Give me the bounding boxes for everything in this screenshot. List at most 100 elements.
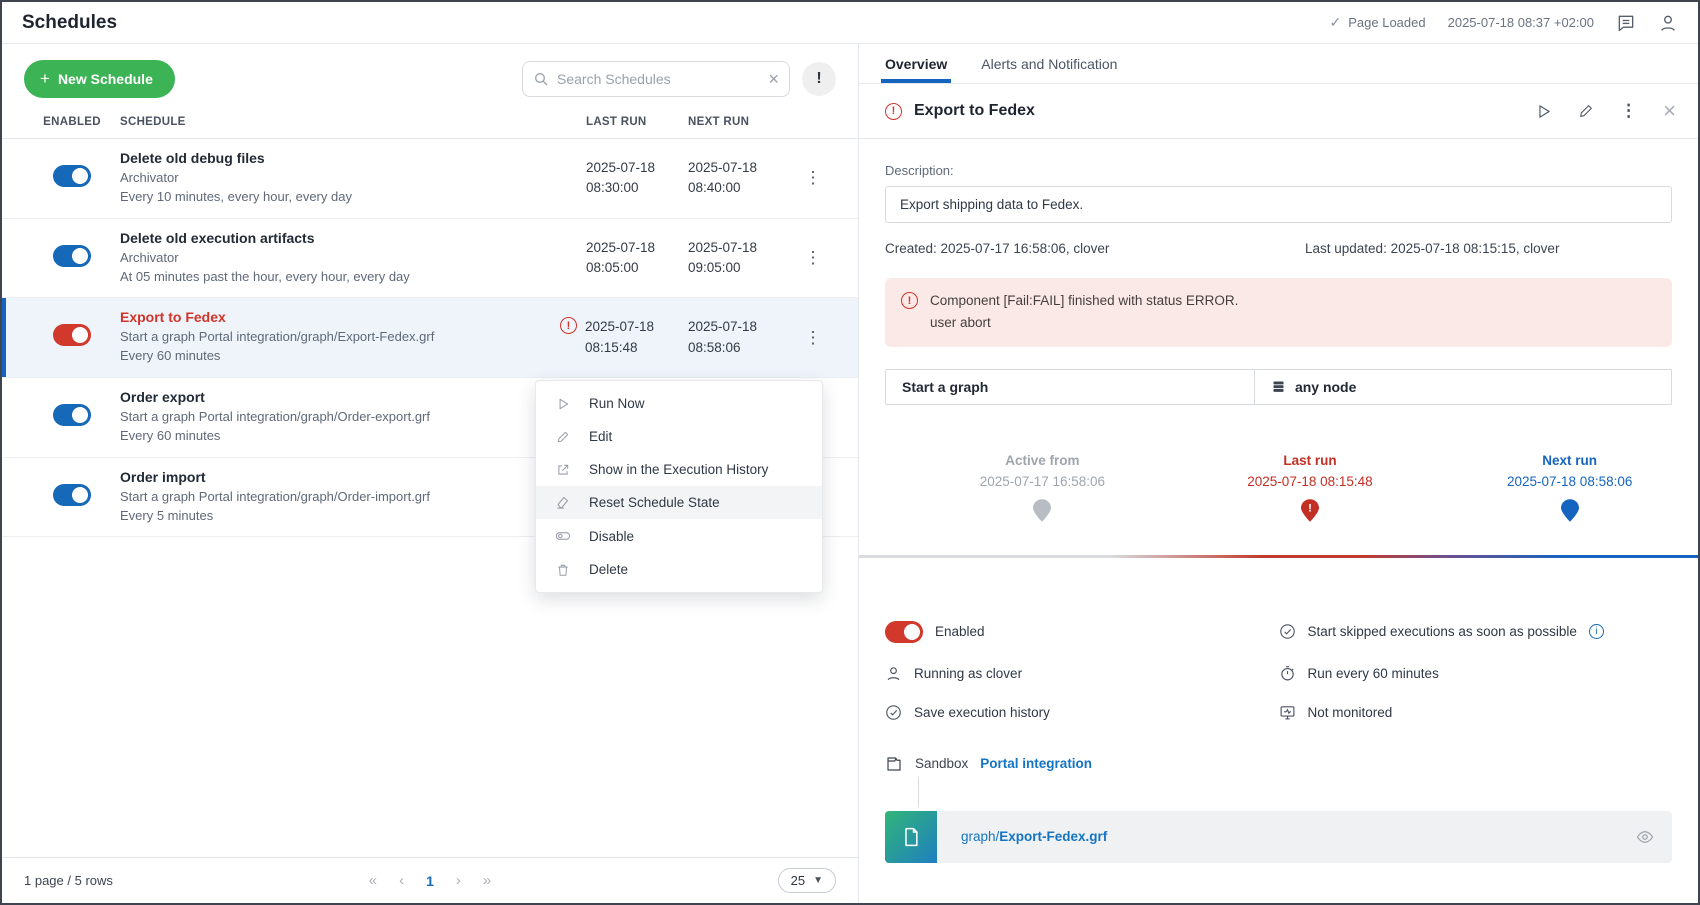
enabled-toggle[interactable] [885, 621, 923, 643]
enabled-toggle[interactable] [53, 245, 91, 267]
run-now-icon[interactable] [1535, 103, 1552, 120]
server-timestamp: 2025-07-18 08:37 +02:00 [1448, 15, 1594, 30]
table-row[interactable]: Delete old debug files Archivator Every … [2, 139, 858, 219]
pin-error-icon: ! [1200, 499, 1420, 522]
schedule-timeline: Active from 2025-07-17 16:58:06 Last run… [885, 453, 1672, 563]
schedule-title: Export to Fedex [120, 309, 586, 325]
start-type: Start a graph [886, 370, 1255, 404]
search-input[interactable] [557, 71, 760, 87]
detail-title: Export to Fedex [914, 102, 1535, 120]
graph-file-link[interactable]: graph/Export-Fedex.grf [961, 829, 1636, 844]
clear-search-icon[interactable]: × [768, 70, 779, 88]
timeline-active-from: Active from 2025-07-17 16:58:06 [932, 453, 1152, 522]
node-icon [1271, 379, 1286, 394]
preview-eye-icon[interactable] [1636, 828, 1672, 846]
plus-icon: + [40, 69, 50, 89]
pagination: « ‹ 1 › » [369, 872, 491, 889]
timeline-next-run: Next run 2025-07-18 08:58:06 [1460, 453, 1680, 522]
enabled-toggle[interactable] [53, 165, 91, 187]
node-assignment: any node [1255, 370, 1372, 404]
table-row[interactable]: Delete old execution artifacts Archivato… [2, 219, 858, 299]
svg-text:!: ! [1308, 502, 1312, 514]
external-link-icon [554, 463, 571, 477]
tab-overview[interactable]: Overview [885, 44, 947, 83]
page-loaded-label: Page Loaded [1348, 15, 1425, 30]
col-schedule: SCHEDULE [120, 116, 586, 128]
new-schedule-button[interactable]: + New Schedule [24, 60, 175, 98]
running-as-setting: Running as clover [885, 665, 1279, 682]
menu-item-run-now[interactable]: Run Now [536, 387, 822, 420]
menu-item-disable[interactable]: Disable [536, 519, 822, 553]
close-icon[interactable]: × [1663, 98, 1676, 124]
trash-icon [554, 563, 571, 577]
search-icon [533, 71, 549, 87]
menu-item-show-execution-history[interactable]: Show in the Execution History [536, 453, 822, 486]
not-monitored-setting: Not monitored [1279, 704, 1673, 721]
error-icon: ! [885, 103, 902, 120]
pin-icon [1460, 499, 1680, 522]
detail-tabs: Overview Alerts and Notification [859, 44, 1698, 84]
settings-grid: Enabled Start skipped executions as soon… [885, 621, 1672, 721]
current-page[interactable]: 1 [426, 873, 434, 889]
edit-icon[interactable] [1578, 103, 1594, 119]
toggle-off-icon [554, 528, 571, 544]
sandbox-link[interactable]: Portal integration [980, 756, 1092, 771]
error-message: Component [Fail:FAIL] finished with stat… [930, 290, 1238, 312]
next-page-icon[interactable]: › [456, 872, 461, 889]
feedback-icon[interactable] [1616, 13, 1636, 33]
eraser-icon [554, 495, 571, 510]
enabled-toggle[interactable] [53, 324, 91, 346]
more-actions-icon[interactable]: ⋮ [1620, 101, 1637, 121]
menu-item-reset-schedule-state[interactable]: Reset Schedule State [536, 486, 822, 519]
info-icon[interactable]: i [1589, 624, 1604, 639]
file-icon [901, 827, 921, 847]
first-page-icon[interactable]: « [369, 872, 377, 889]
enabled-toggle[interactable] [53, 404, 91, 426]
user-account-icon[interactable] [1658, 13, 1678, 33]
schedule-frequency: Every 60 minutes [120, 347, 586, 366]
row-menu-icon[interactable]: ⋮ [790, 168, 836, 188]
enabled-setting: Enabled [885, 621, 1279, 643]
table-footer: 1 page / 5 rows « ‹ 1 › » 25 ▼ [2, 857, 858, 903]
timeline-line [859, 555, 1698, 558]
error-detail: user abort [930, 312, 1238, 334]
play-icon [554, 397, 571, 411]
enabled-toggle[interactable] [53, 484, 91, 506]
schedule-frequency: Every 60 minutes [120, 427, 586, 446]
tree-connector [918, 777, 919, 807]
save-history-setting: Save execution history [885, 704, 1279, 721]
user-icon [885, 665, 902, 682]
created-text: Created: 2025-07-17 16:58:06, clover [885, 241, 1305, 256]
last-updated-text: Last updated: 2025-07-18 08:15:15, clove… [1305, 241, 1559, 256]
schedule-subtitle: Archivator [120, 249, 586, 268]
app-window: Schedules ✓ Page Loaded 2025-07-18 08:37… [0, 0, 1700, 905]
error-banner: ! Component [Fail:FAIL] finished with st… [885, 278, 1672, 347]
graph-file-row[interactable]: graph/Export-Fedex.grf [885, 811, 1672, 863]
error-icon: ! [560, 317, 577, 334]
schedules-list-pane: + New Schedule × ! ENABLED SCHEDUL [2, 44, 859, 903]
prev-page-icon[interactable]: ‹ [399, 872, 404, 889]
new-schedule-label: New Schedule [58, 71, 153, 87]
page-loaded-status: ✓ Page Loaded [1330, 14, 1426, 31]
problems-indicator-button[interactable]: ! [802, 62, 836, 96]
table-row-selected[interactable]: Export to Fedex Start a graph Portal int… [2, 298, 858, 378]
schedule-frequency: At 05 minutes past the hour, every hour,… [120, 268, 586, 287]
search-box: × [522, 61, 790, 97]
file-badge [885, 811, 937, 863]
next-run-cell: 2025-07-1808:40:00 [688, 158, 790, 199]
sandbox-icon [885, 755, 903, 773]
top-bar: Schedules ✓ Page Loaded 2025-07-18 08:37… [2, 2, 1698, 44]
page-size-select[interactable]: 25 ▼ [778, 868, 836, 893]
description-label: Description: [885, 163, 1672, 178]
error-icon: ! [901, 292, 918, 309]
schedule-title: Delete old execution artifacts [120, 230, 586, 246]
menu-item-delete[interactable]: Delete [536, 553, 822, 586]
sandbox-row: Sandbox Portal integration [885, 755, 1672, 773]
row-context-menu: Run Now Edit Show in the Execution Histo… [535, 380, 823, 593]
last-page-icon[interactable]: » [483, 872, 491, 889]
menu-item-edit[interactable]: Edit [536, 420, 822, 453]
tab-alerts-and-notification[interactable]: Alerts and Notification [981, 44, 1117, 83]
schedule-subtitle: Start a graph Portal integration/graph/O… [120, 408, 586, 427]
row-menu-icon[interactable]: ⋮ [790, 328, 836, 348]
row-menu-icon[interactable]: ⋮ [790, 248, 836, 268]
